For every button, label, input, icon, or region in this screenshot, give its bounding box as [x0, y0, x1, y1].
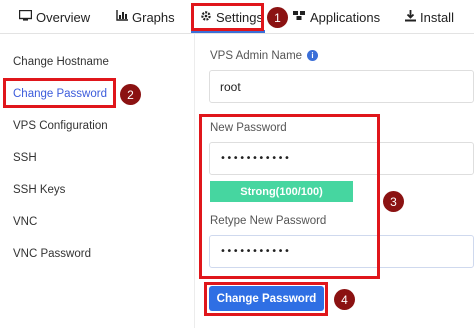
step-marker-3: 3 — [383, 191, 404, 212]
sidebar-item-vnc[interactable]: VNC — [13, 216, 37, 228]
tab-label: Applications — [310, 9, 381, 25]
top-tab-bar: Overview Graphs Settings Applications In… — [0, 0, 474, 34]
settings-sidebar: Change Hostname Change Password VPS Conf… — [0, 34, 190, 328]
password-strength-meter: Strong(100/100) — [210, 181, 353, 202]
tab-applications[interactable]: Applications — [293, 6, 380, 28]
info-icon[interactable]: i — [307, 50, 319, 61]
sidebar-divider — [194, 34, 195, 328]
tab-label: Install — [420, 9, 454, 25]
retype-password-field[interactable]: ••••••••••• — [209, 235, 474, 268]
step-marker-1: 1 — [267, 7, 288, 28]
new-password-field[interactable]: ••••••••••• — [209, 142, 474, 175]
admin-name-label: VPS Admin Name i — [210, 50, 319, 62]
step-marker-4: 4 — [334, 289, 355, 310]
sidebar-item-change-password[interactable]: Change Password — [13, 88, 107, 100]
retype-password-label: Retype New Password — [210, 215, 327, 227]
admin-name-label-text: VPS Admin Name — [210, 50, 303, 62]
tab-settings[interactable]: Settings — [200, 6, 263, 28]
tab-label: Overview — [36, 9, 91, 25]
sidebar-item-vps-configuration[interactable]: VPS Configuration — [13, 120, 108, 132]
admin-name-field[interactable]: root — [209, 70, 474, 103]
change-password-button[interactable]: Change Password — [209, 286, 324, 311]
step-marker-2: 2 — [120, 84, 141, 105]
boxes-icon — [293, 10, 306, 24]
sidebar-item-change-hostname[interactable]: Change Hostname — [13, 56, 109, 68]
tab-install[interactable]: Install — [405, 6, 454, 28]
new-password-value: ••••••••••• — [220, 153, 291, 164]
tab-label: Graphs — [132, 9, 175, 25]
monitor-icon — [18, 9, 33, 24]
gear-icon — [200, 10, 212, 25]
new-password-label: New Password — [210, 122, 287, 134]
tab-overview[interactable]: Overview — [18, 6, 91, 28]
sidebar-item-ssh[interactable]: SSH — [13, 152, 37, 164]
bar-chart-icon — [116, 10, 128, 24]
sidebar-item-ssh-keys[interactable]: SSH Keys — [13, 184, 65, 196]
retype-password-value: ••••••••••• — [220, 246, 291, 257]
download-icon — [405, 9, 416, 25]
sidebar-item-vnc-password[interactable]: VNC Password — [13, 248, 91, 260]
tab-graphs[interactable]: Graphs — [116, 6, 175, 28]
tab-label: Settings — [216, 9, 263, 25]
admin-name-value: root — [220, 79, 241, 94]
